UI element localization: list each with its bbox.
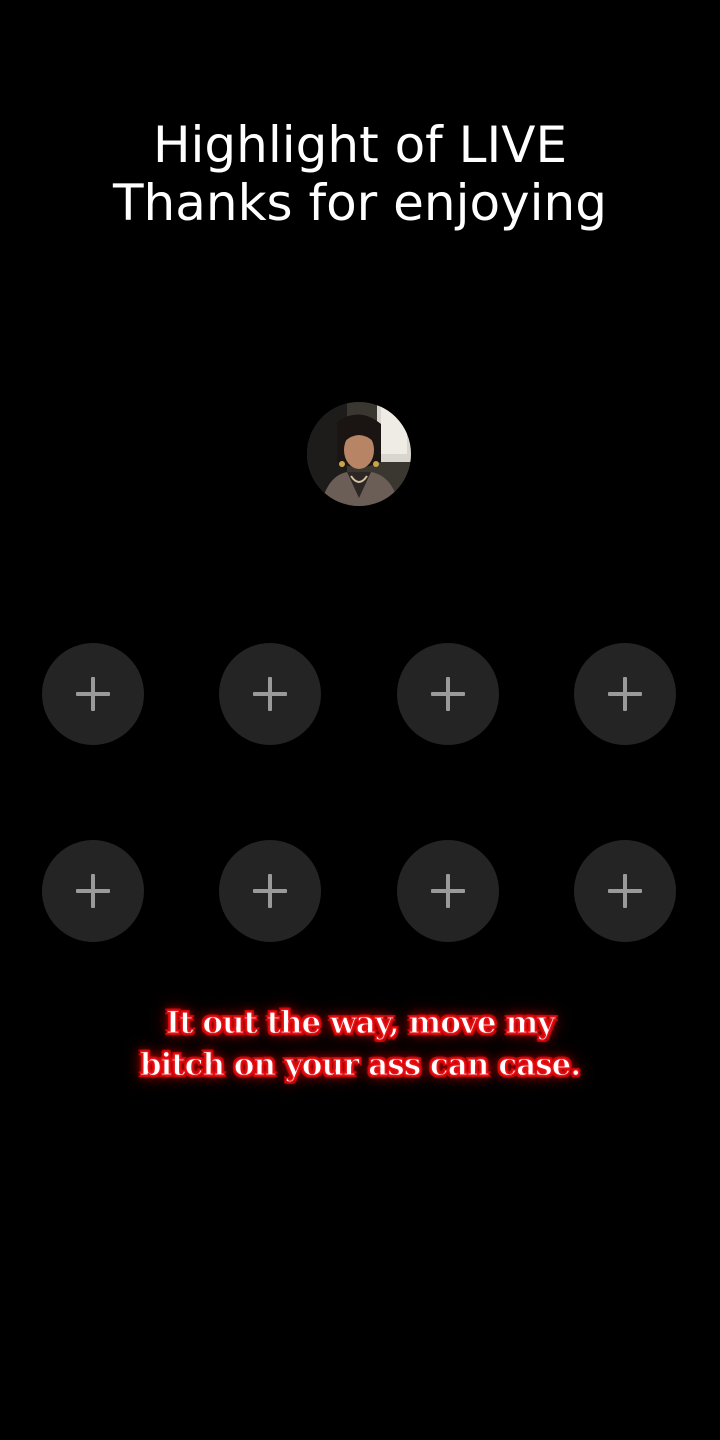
caption-line-1: It out the way, move my	[165, 1004, 556, 1041]
add-guest-slot-1[interactable]	[42, 643, 144, 745]
lyrics-caption: It out the way, move my bitch on your as…	[0, 1002, 720, 1086]
plus-icon	[397, 840, 499, 942]
add-guest-slot-7[interactable]	[397, 840, 499, 942]
title-line-2: Thanks for enjoying	[113, 174, 607, 232]
plus-icon	[42, 643, 144, 745]
add-guest-slot-4[interactable]	[574, 643, 676, 745]
highlight-title: Highlight of LIVE Thanks for enjoying	[0, 116, 720, 232]
add-guest-slot-2[interactable]	[219, 643, 321, 745]
add-guest-slot-6[interactable]	[219, 840, 321, 942]
plus-icon	[219, 840, 321, 942]
user-avatar-icon	[307, 402, 411, 506]
plus-icon	[574, 643, 676, 745]
plus-icon	[397, 643, 499, 745]
title-line-1: Highlight of LIVE	[152, 116, 568, 174]
add-guest-slot-8[interactable]	[574, 840, 676, 942]
host-avatar[interactable]	[307, 402, 411, 506]
plus-icon	[574, 840, 676, 942]
caption-line-2: bitch on your ass can case.	[139, 1046, 582, 1083]
add-guest-slot-3[interactable]	[397, 643, 499, 745]
plus-icon	[42, 840, 144, 942]
plus-icon	[219, 643, 321, 745]
add-guest-slot-5[interactable]	[42, 840, 144, 942]
